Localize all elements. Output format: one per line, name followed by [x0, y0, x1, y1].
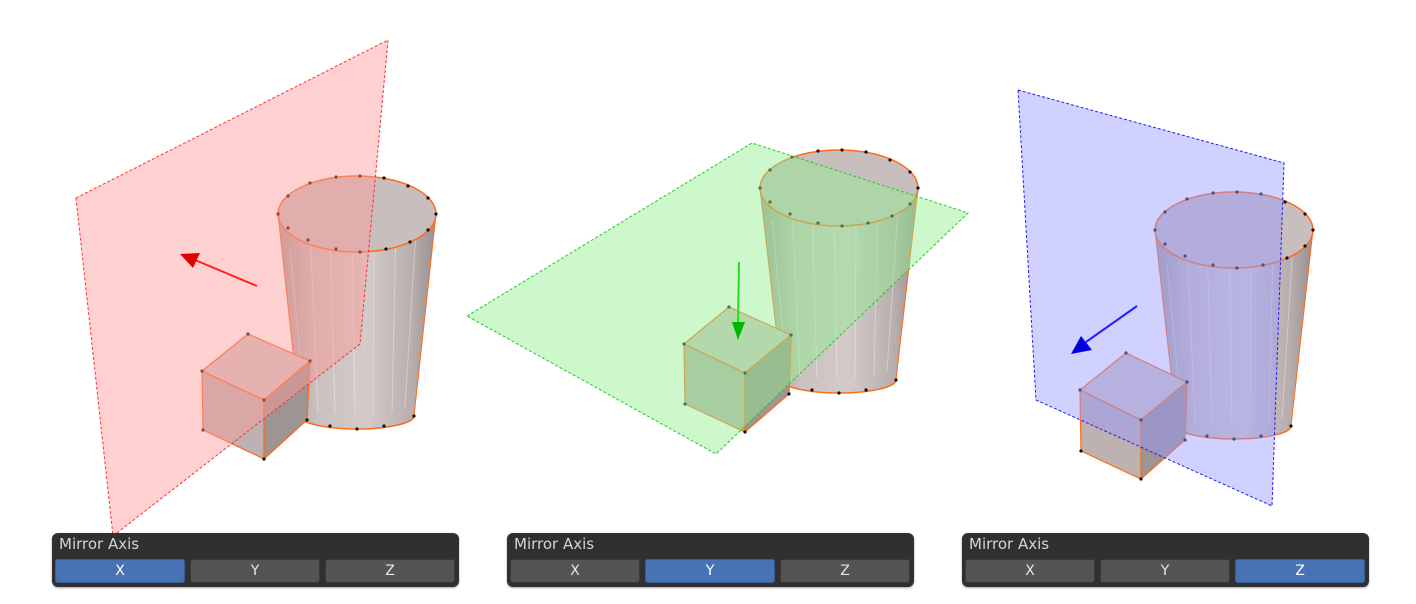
panel-title: Mirror Axis [59, 535, 140, 553]
axis-button-group: X Y Z [965, 559, 1365, 583]
axis-z-button[interactable]: Z [780, 559, 910, 583]
panel-title: Mirror Axis [969, 535, 1050, 553]
axis-x-button[interactable]: X [965, 559, 1095, 583]
panel-title: Mirror Axis [514, 535, 595, 553]
viewport-y-mirror [466, 142, 969, 455]
mirror-plane-x [75, 39, 389, 537]
axis-z-button[interactable]: Z [325, 559, 455, 583]
axis-x-button[interactable]: X [510, 559, 640, 583]
mirror-axis-panel-3: Mirror Axis X Y Z [962, 533, 1369, 587]
axis-z-button[interactable]: Z [1235, 559, 1365, 583]
mirror-axis-panel-1: Mirror Axis X Y Z [52, 533, 459, 587]
axis-x-button[interactable]: X [55, 559, 185, 583]
mirror-axis-panel-2: Mirror Axis X Y Z [507, 533, 914, 587]
mirror-plane-z [1017, 89, 1285, 507]
viewport-scene [75, 39, 1315, 537]
axis-button-group: X Y Z [55, 559, 455, 583]
axis-y-button[interactable]: Y [1100, 559, 1230, 583]
viewport-z-mirror [1017, 89, 1315, 507]
axis-y-button[interactable]: Y [190, 559, 320, 583]
viewport-x-mirror [75, 39, 438, 537]
axis-y-button[interactable]: Y [645, 559, 775, 583]
axis-button-group: X Y Z [510, 559, 910, 583]
